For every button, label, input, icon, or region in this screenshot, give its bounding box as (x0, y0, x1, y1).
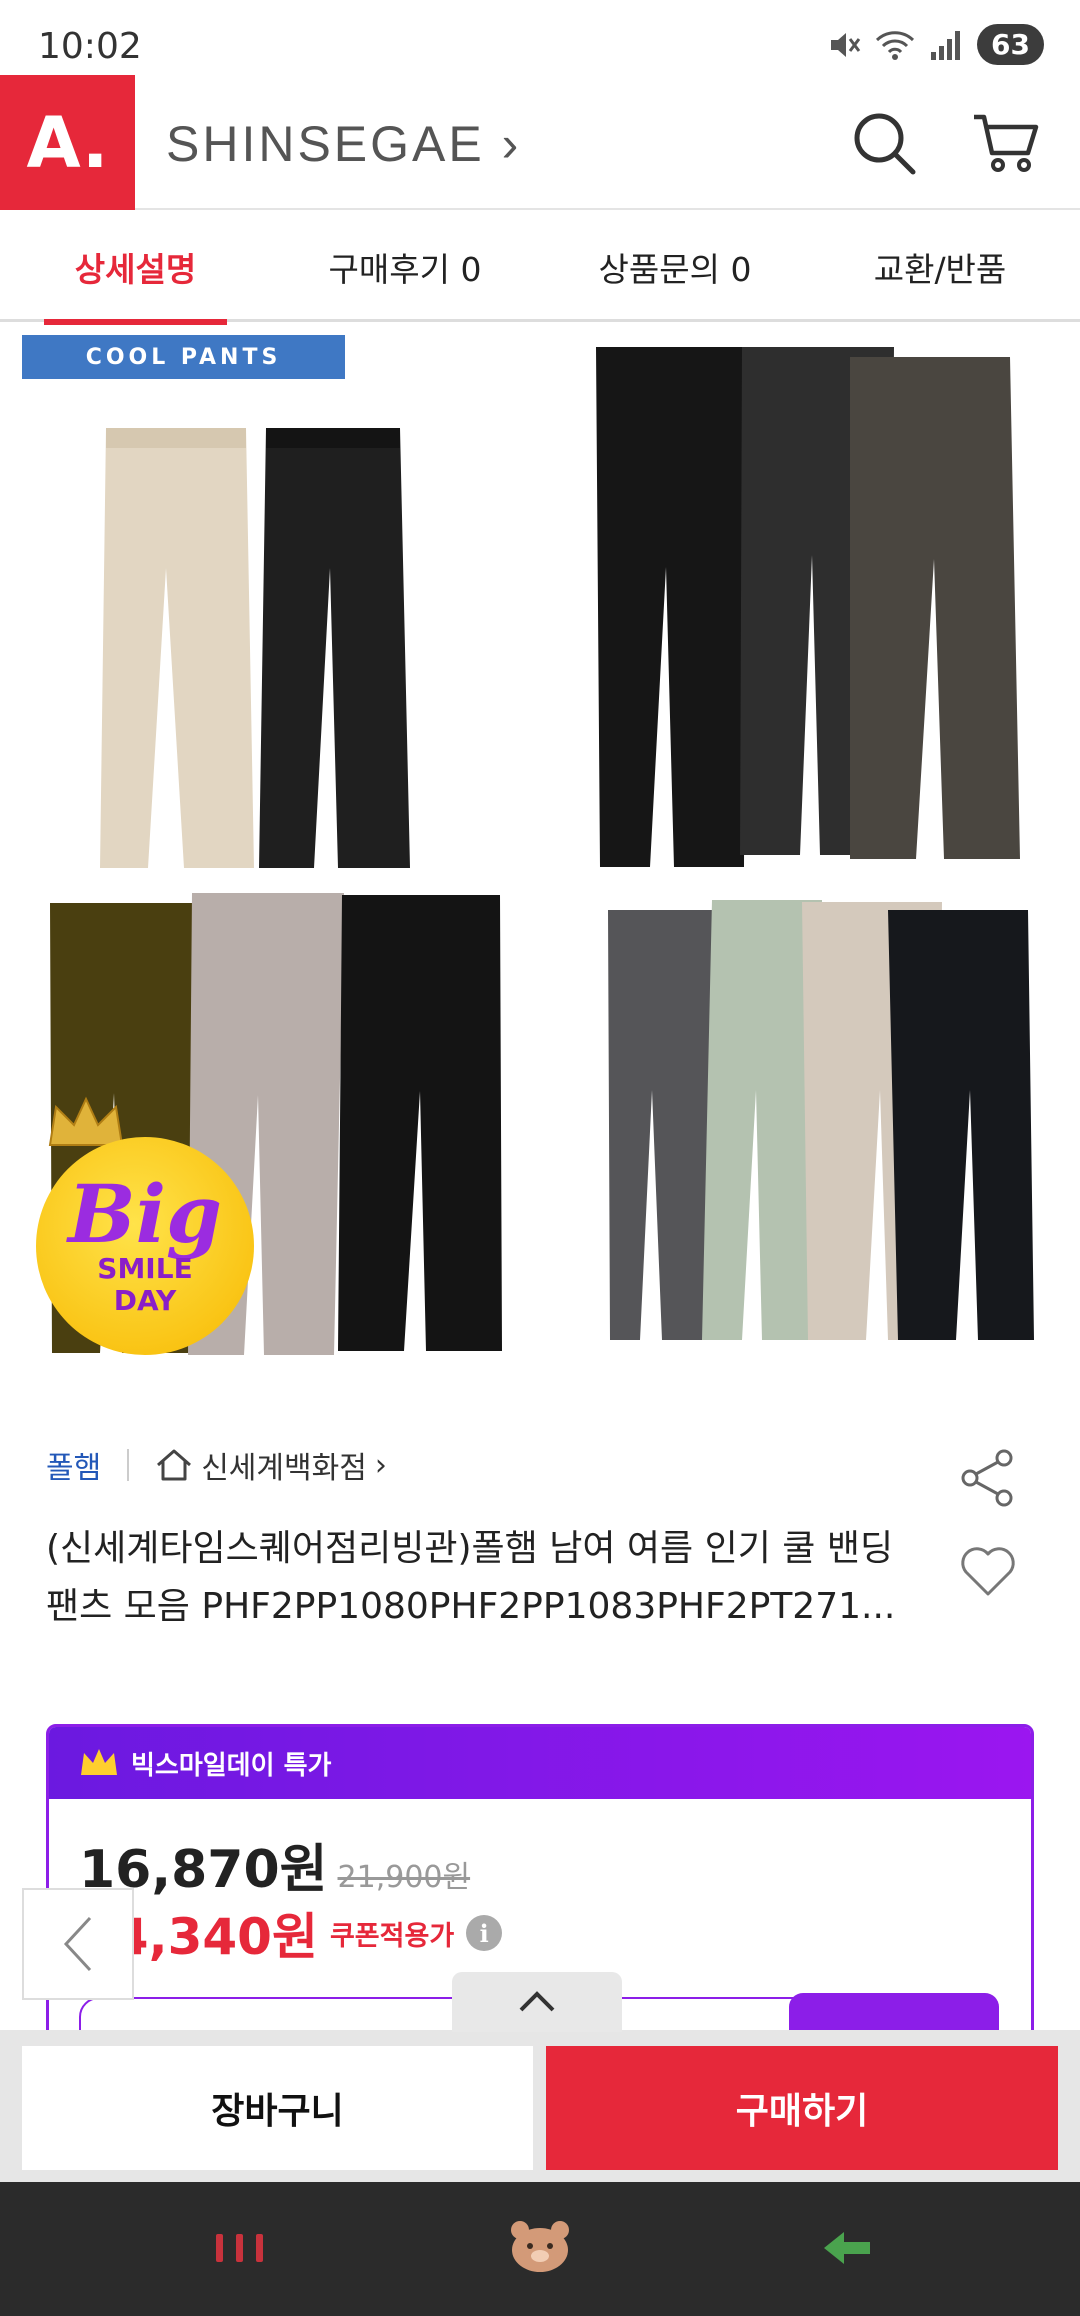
original-price: 21,900원 (337, 1860, 471, 1895)
status-bar: 10:02 63 (0, 0, 1080, 75)
store-chevron-icon: › (374, 1447, 387, 1483)
home-logo[interactable]: A. (0, 75, 135, 210)
tab-qna[interactable]: 상품문의 0 (570, 212, 780, 322)
logo-text: A. (26, 101, 109, 184)
status-time: 10:02 (38, 26, 142, 67)
system-nav-bar (0, 2182, 1080, 2316)
brand-store-row: 폴햄 신세계백화점 › (46, 1443, 387, 1487)
jogger-pants-image (608, 900, 1034, 1340)
tab-exchange-return[interactable]: 교환/반품 (845, 212, 1035, 322)
app-header: A. SHINSEGAE › (0, 75, 1080, 210)
search-icon[interactable] (848, 107, 920, 179)
cool-pants-banner: COOL PANTS (22, 335, 345, 379)
signal-icon (931, 30, 961, 60)
chevron-up-icon (519, 1991, 555, 2012)
brand-chevron-icon: › (501, 116, 522, 172)
chevron-left-icon (63, 1916, 92, 1972)
deal-header: 빅스마일데이 특가 (49, 1727, 1031, 1799)
product-title: (신세계타임스퀘어점리빙관)폴햄 남여 여름 인기 쿨 밴딩 팬츠 모음 PHF… (46, 1528, 896, 1627)
product-image[interactable]: COOL PANTS Big SMILE DAY (0, 325, 1080, 1385)
coupon-row: 14,340원 쿠폰적용가 i (79, 1897, 503, 1969)
add-to-cart-button[interactable]: 장바구니 (22, 2046, 533, 2170)
status-icons: 63 (827, 24, 1044, 65)
badge-big-text: Big (68, 1167, 222, 1261)
coupon-label: 쿠폰적용가 (329, 1920, 455, 1952)
tab-description[interactable]: 상세설명 (44, 212, 227, 325)
back-arrow-icon[interactable] (820, 2226, 876, 2270)
tab-reviews[interactable]: 구매후기 0 (300, 212, 510, 322)
info-icon[interactable]: i (466, 1915, 503, 1951)
badge-smile-text: SMILE (97, 1252, 193, 1285)
detail-tabs: 상세설명 구매후기 0 상품문의 0 교환/반품 (0, 212, 1080, 325)
store-brand-link[interactable]: SHINSEGAE › (166, 115, 521, 173)
buy-now-button[interactable]: 구매하기 (546, 2046, 1058, 2170)
back-button[interactable] (22, 1888, 134, 2000)
beige-black-pants-image (100, 428, 410, 868)
home-bear-icon[interactable] (508, 2218, 572, 2274)
heart-icon[interactable] (958, 1542, 1018, 1598)
cart-icon[interactable] (970, 107, 1042, 179)
mute-icon (831, 32, 861, 57)
collapse-toggle[interactable] (452, 1972, 622, 2032)
recent-apps-icon[interactable] (210, 2226, 270, 2270)
deal-label: 빅스마일데이 특가 (131, 1750, 332, 1781)
purchase-action-bar: 장바구니 구매하기 (0, 2030, 1080, 2182)
crown-icon (81, 1749, 117, 1775)
wifi-icon (875, 30, 915, 60)
share-icon[interactable] (958, 1448, 1018, 1508)
badge-day-text: DAY (113, 1284, 177, 1317)
home-icon (157, 1449, 192, 1481)
battery-indicator: 63 (977, 24, 1044, 65)
store-link[interactable]: 신세계백화점 › (155, 1443, 387, 1487)
brand-link[interactable]: 폴햄 (46, 1443, 101, 1487)
brand-name: SHINSEGAE (166, 116, 485, 172)
big-smile-day-badge: Big SMILE DAY (36, 1137, 254, 1355)
store-name: 신세계백화점 (201, 1451, 367, 1486)
price-row: 16,870원 21,900원 (79, 1827, 470, 1902)
divider (127, 1449, 130, 1481)
